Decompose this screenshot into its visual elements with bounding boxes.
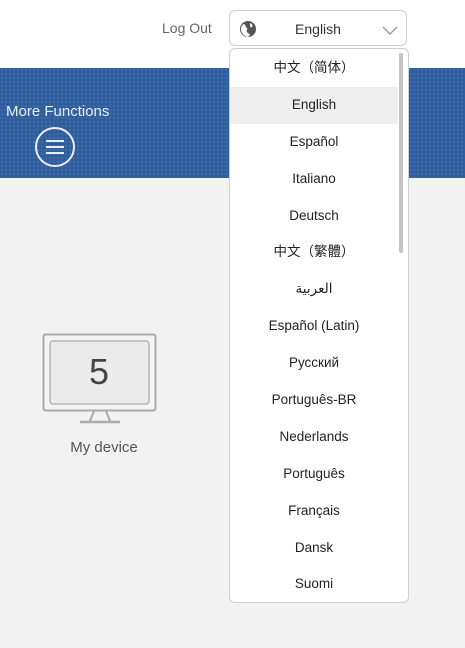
language-option-list: 中文（简体） English Español Italiano Deutsch 中文（繁體…	[230, 49, 408, 602]
language-option[interactable]: Nederlands	[230, 419, 398, 456]
language-option[interactable]: English	[230, 86, 398, 124]
language-option[interactable]: Español	[230, 124, 398, 161]
language-option[interactable]: Português	[230, 456, 398, 493]
logout-link[interactable]: Log Out	[162, 20, 212, 36]
language-option[interactable]: Français	[230, 493, 398, 530]
more-functions-title: More Functions	[6, 103, 110, 120]
language-select-value: English	[295, 21, 341, 37]
language-option[interactable]: Русский	[230, 345, 398, 382]
language-option[interactable]: Deutsch	[230, 198, 398, 235]
device-label: My device	[70, 439, 138, 456]
language-option[interactable]: Italiano	[230, 161, 398, 198]
menu-button[interactable]	[35, 127, 75, 167]
language-select[interactable]: English	[229, 10, 407, 46]
hamburger-menu-icon	[46, 140, 64, 154]
my-device-tile[interactable]: 5 My device	[42, 333, 158, 456]
language-option[interactable]: Dansk	[230, 530, 398, 567]
language-option[interactable]: العربية	[230, 271, 398, 308]
chevron-down-icon	[382, 23, 398, 35]
device-count: 5	[88, 351, 110, 392]
language-option[interactable]: Español (Latin)	[230, 308, 398, 345]
language-option[interactable]: 中文（繁體）	[230, 234, 398, 271]
dropdown-scrollbar[interactable]	[399, 53, 403, 253]
language-option[interactable]: Português-BR	[230, 382, 398, 419]
language-option[interactable]: Suomi	[230, 566, 398, 602]
language-option[interactable]: 中文（简体）	[230, 50, 398, 87]
language-dropdown: 中文（简体） English Español Italiano Deutsch 中文（繁體…	[229, 48, 409, 603]
